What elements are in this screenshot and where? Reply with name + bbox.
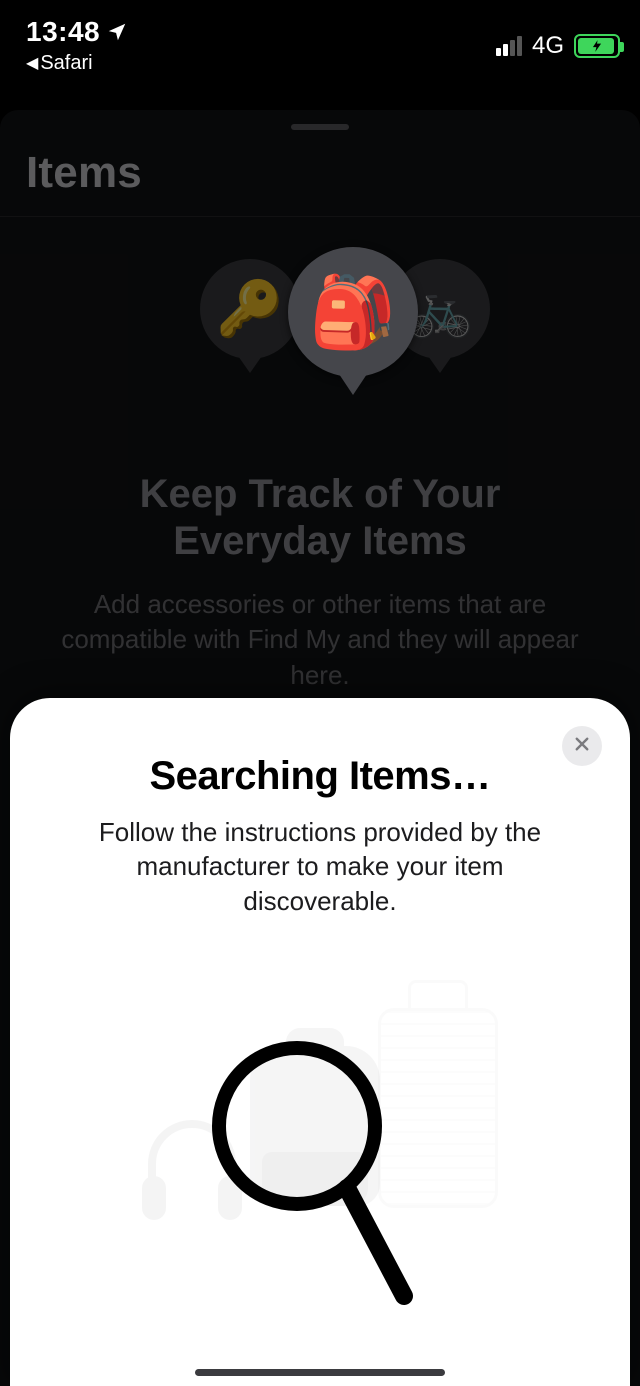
location-services-icon [106, 21, 128, 43]
back-to-app-button[interactable]: ◀ Safari [26, 52, 128, 75]
close-button[interactable] [562, 726, 602, 766]
sheet-title: Items [0, 148, 640, 216]
network-type-label: 4G [532, 32, 564, 60]
hero-title: Keep Track of Your Everyday Items [30, 471, 610, 565]
searching-illustration [140, 1018, 500, 1318]
home-indicator[interactable] [195, 1369, 445, 1376]
status-time-text: 13:48 [26, 16, 100, 48]
close-icon [573, 735, 591, 758]
status-bar: 13:48 ◀ Safari 4G [0, 0, 640, 80]
pin-backpack-icon: 🎒 [288, 247, 418, 377]
pin-key-icon: 🔑 [200, 259, 300, 359]
modal-title: Searching Items… [50, 754, 590, 799]
sheet-grabber[interactable] [291, 124, 349, 130]
back-chevron-icon: ◀ [26, 56, 38, 72]
magnifier-icon [192, 1036, 422, 1316]
battery-charging-icon [574, 34, 620, 58]
searching-modal: Searching Items… Follow the instructions… [10, 698, 630, 1386]
back-to-app-label: Safari [40, 52, 92, 75]
cellular-signal-icon [496, 36, 522, 56]
status-time: 13:48 [26, 16, 128, 48]
hero-pins: 🔑 🚲 🎒 [30, 247, 610, 437]
modal-subtitle: Follow the instructions provided by the … [50, 815, 590, 918]
hero-subtitle: Add accessories or other items that are … [30, 587, 610, 692]
